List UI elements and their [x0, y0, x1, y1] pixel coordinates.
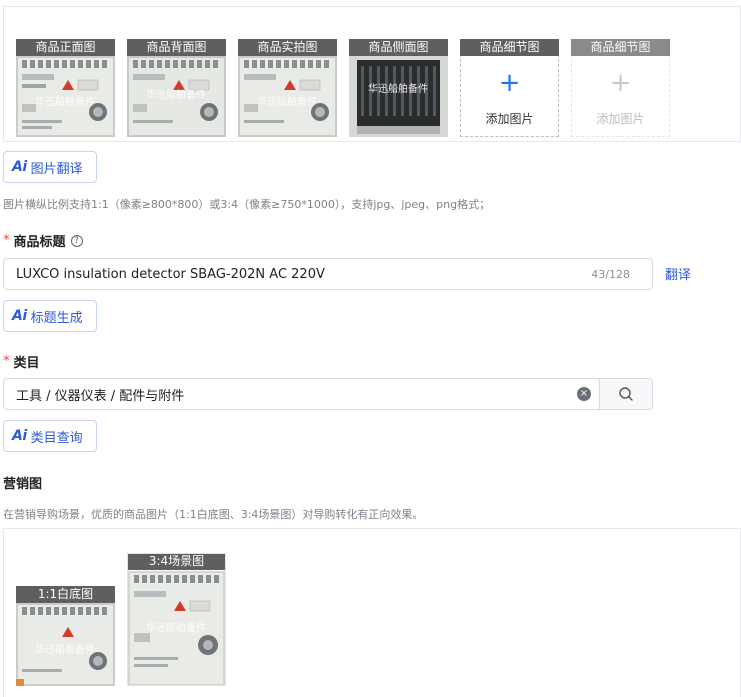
- category-query-button[interactable]: Ai 类目查询: [3, 420, 97, 452]
- add-image-text: 添加图片: [596, 112, 645, 126]
- image-slot-front[interactable]: 商品正面图 华迅船舶备件: [16, 39, 115, 137]
- required-mark: *: [3, 233, 10, 248]
- marketing-slot-scene[interactable]: 3:4场景图 华迅船舶备件: [127, 553, 226, 686]
- title-label-text: 商品标题: [13, 235, 66, 250]
- category-query-label: 类目查询: [30, 430, 83, 446]
- image-slot-real[interactable]: 商品实拍图 华迅船舶备件: [238, 39, 337, 137]
- marketing-image-scene: 华迅船舶备件: [128, 571, 225, 685]
- image-slot-label: 商品侧面图: [349, 39, 448, 56]
- help-icon[interactable]: ?: [70, 234, 83, 247]
- image-slot-label: 商品细节图: [460, 39, 559, 56]
- title-generate-button[interactable]: Ai 标题生成: [3, 300, 97, 332]
- image-watermark: 华迅船舶备件: [35, 95, 95, 108]
- category-input[interactable]: 工具 / 仪器仪表 / 配件与附件 ×: [3, 378, 600, 410]
- marketing-images-panel: 1:1白底图 华迅船舶备件 3:4场景图 华迅船舶备件: [3, 528, 741, 697]
- image-slot-label: 商品实拍图: [238, 39, 337, 56]
- add-detail-image-button[interactable]: 商品细节图 + 添加图片: [460, 39, 559, 137]
- category-input-value: 工具 / 仪器仪表 / 配件与附件: [16, 388, 185, 404]
- image-slot-back[interactable]: 商品背面图 华迅船舶备件: [127, 39, 226, 137]
- required-mark: *: [3, 354, 10, 369]
- title-translate-link[interactable]: 翻译: [665, 264, 691, 283]
- image-watermark: 华迅船舶备件: [35, 643, 95, 656]
- image-slot-label: 商品正面图: [16, 39, 115, 56]
- title-input-value: LUXCO insulation detector SBAG-202N AC 2…: [16, 266, 325, 282]
- add-detail-image-button-disabled: 商品细节图 + 添加图片: [571, 39, 670, 137]
- marketing-slot-label: 3:4场景图: [128, 554, 225, 570]
- category-field-label: * 类目: [3, 352, 40, 371]
- ai-icon: Ai: [12, 428, 27, 444]
- image-translate-label: 图片翻译: [30, 161, 83, 177]
- product-image-real: 华迅船舶备件: [238, 56, 337, 137]
- search-icon: [619, 387, 633, 401]
- image-watermark: 华迅船舶备件: [368, 82, 428, 95]
- image-requirements-hint: 图片横纵比例支持1:1（像素≥800*800）或3:4（像素≥750*1000）…: [3, 198, 491, 211]
- image-translate-button[interactable]: Ai 图片翻译: [3, 151, 97, 183]
- plus-icon: +: [609, 68, 632, 98]
- product-image-side: 华迅船舶备件: [349, 56, 448, 137]
- marketing-slot-square[interactable]: 1:1白底图 华迅船舶备件: [16, 586, 115, 686]
- marketing-hint: 在营销导购场景，优质的商品图片（1:1白底图、3:4场景图）对导购转化有正向效果…: [3, 508, 424, 521]
- title-generate-label: 标题生成: [30, 310, 83, 326]
- ai-icon: Ai: [12, 159, 27, 175]
- image-watermark: 华迅船舶备件: [257, 95, 317, 108]
- main-images-panel: 商品正面图 华迅船舶备件 商品背面图 华迅船舶备件 商品实拍图 华迅船舶备件 商…: [3, 6, 741, 142]
- category-label-text: 类目: [13, 356, 40, 371]
- title-field-label: * 商品标题 ?: [3, 231, 83, 250]
- marketing-image-square: 华迅船舶备件: [16, 603, 115, 686]
- image-slot-side[interactable]: 商品侧面图 华迅船舶备件: [349, 39, 448, 137]
- product-image-front: 华迅船舶备件: [16, 56, 115, 137]
- add-image-text: 添加图片: [485, 112, 534, 126]
- product-image-back: 华迅船舶备件: [127, 56, 226, 137]
- title-input[interactable]: LUXCO insulation detector SBAG-202N AC 2…: [3, 258, 653, 290]
- marketing-slot-label: 1:1白底图: [16, 586, 115, 603]
- title-char-counter: 43/128: [591, 267, 630, 281]
- ai-icon: Ai: [12, 308, 27, 324]
- plus-icon: +: [498, 68, 521, 98]
- image-slot-label: 商品细节图: [571, 39, 670, 56]
- category-search-button[interactable]: [599, 378, 653, 410]
- clear-icon[interactable]: ×: [577, 387, 591, 401]
- image-slot-label: 商品背面图: [127, 39, 226, 56]
- marketing-title: 营销图: [3, 477, 43, 492]
- image-watermark: 华迅船舶备件: [146, 621, 206, 634]
- image-watermark: 华迅船舶备件: [146, 88, 206, 101]
